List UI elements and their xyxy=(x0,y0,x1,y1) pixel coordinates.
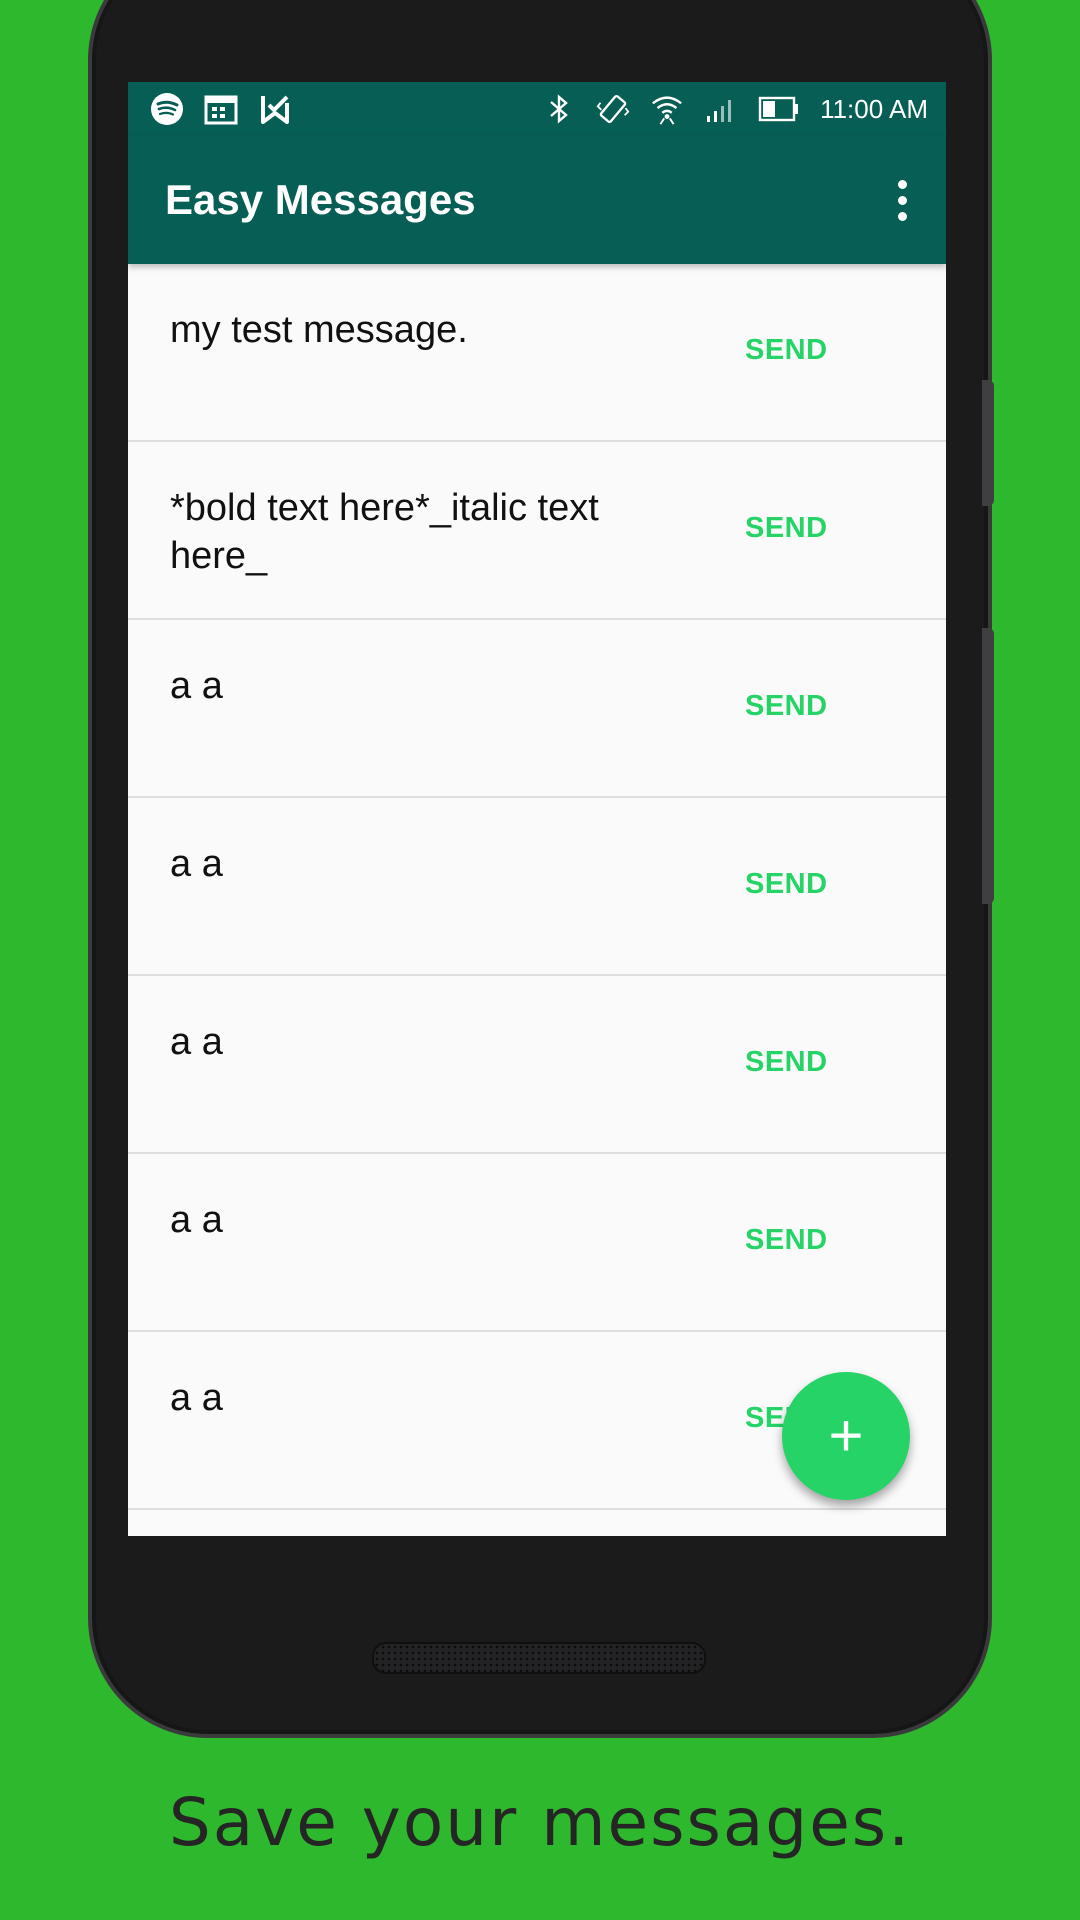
message-row[interactable]: a a SEND xyxy=(128,620,946,798)
status-bar: 11:00 AM xyxy=(128,82,946,136)
message-row[interactable]: a a SEND xyxy=(128,976,946,1154)
speaker-grille xyxy=(372,1642,706,1674)
spotify-icon xyxy=(150,92,184,126)
phone-screen: 11:00 AM Easy Messages my test message. … xyxy=(128,82,946,1536)
more-vert-icon[interactable] xyxy=(892,176,912,224)
message-text: *bold text here*_italic text here_ xyxy=(170,487,599,577)
volume-button xyxy=(982,628,994,904)
calendar-icon xyxy=(204,92,238,126)
message-text: a a xyxy=(170,1377,223,1419)
send-button[interactable]: SEND xyxy=(745,1046,828,1079)
status-time: 11:00 AM xyxy=(820,93,928,124)
message-text: a a xyxy=(170,843,223,885)
message-list: my test message. SEND *bold text here*_i… xyxy=(128,264,946,1510)
message-text: a a xyxy=(170,1199,223,1241)
app-title: Easy Messages xyxy=(165,176,476,223)
message-row[interactable]: my test message. SEND xyxy=(128,264,946,442)
message-text: a a xyxy=(170,1021,223,1063)
message-row[interactable]: a a SEND xyxy=(128,798,946,976)
bluetooth-icon xyxy=(542,92,576,126)
send-button[interactable]: SEND xyxy=(745,1224,828,1257)
send-button[interactable]: SEND xyxy=(745,868,828,901)
message-row[interactable]: *bold text here*_italic text here_ SEND xyxy=(128,442,946,620)
signal-icon xyxy=(704,92,738,126)
message-text: a a xyxy=(170,665,223,707)
add-message-button[interactable]: + xyxy=(782,1372,910,1500)
message-row[interactable]: a a SEND xyxy=(128,1154,946,1332)
power-button xyxy=(982,380,994,506)
task-icon xyxy=(258,92,292,126)
app-bar: Easy Messages xyxy=(128,136,946,264)
vibrate-icon xyxy=(596,92,630,126)
add-icon: + xyxy=(828,1402,864,1469)
wifi-icon xyxy=(650,92,684,126)
send-button[interactable]: SEND xyxy=(745,690,828,723)
message-text: my test message. xyxy=(170,309,468,351)
battery-icon xyxy=(758,92,800,126)
send-button[interactable]: SEND xyxy=(745,334,828,367)
promo-caption: Save your messages. xyxy=(168,1784,912,1861)
send-button[interactable]: SEND xyxy=(745,512,828,545)
